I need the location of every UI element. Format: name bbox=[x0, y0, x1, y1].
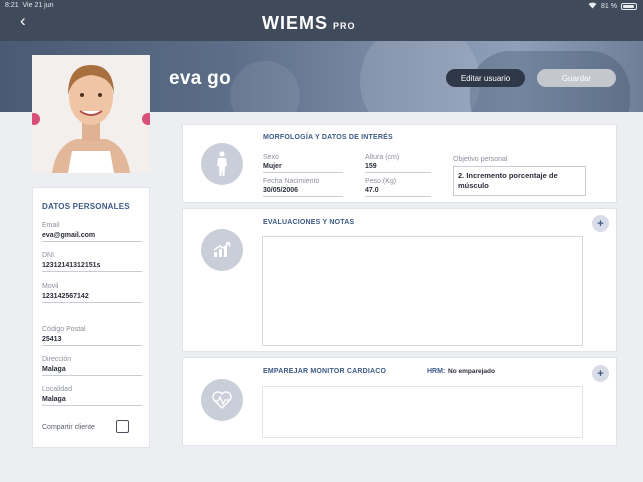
back-chevron-icon[interactable]: ‹ bbox=[20, 12, 26, 29]
hrm-label: HRM: bbox=[427, 368, 446, 375]
birthdate-field[interactable]: Fecha Nacimiento 30/05/2006 bbox=[263, 178, 343, 197]
notes-textarea[interactable] bbox=[262, 236, 583, 346]
personal-data-panel: DATOS PERSONALES Email eva@gmail.com DNI… bbox=[32, 187, 150, 448]
add-evaluation-button[interactable]: + bbox=[592, 215, 609, 232]
height-field[interactable]: Altura (cm) 159 bbox=[365, 154, 431, 173]
evaluations-card: EVALUACIONES Y NOTAS + bbox=[182, 208, 617, 352]
status-indicators: 81 % bbox=[588, 2, 637, 11]
dni-field[interactable]: DNI 12312141312151s bbox=[42, 252, 142, 272]
heart-monitor-title: EMPAREJAR MONITOR CARDIACO bbox=[263, 368, 387, 375]
morphology-title: MORFOLOGÍA Y DATOS DE INTERÉS bbox=[263, 134, 393, 141]
top-bar: 8:21 Vie 21 jun 81 % ‹ WIEMS PRO bbox=[0, 0, 643, 41]
battery-icon bbox=[621, 3, 637, 10]
heart-rate-icon bbox=[201, 379, 243, 421]
user-name: eva go bbox=[169, 68, 231, 89]
add-monitor-button[interactable]: + bbox=[592, 365, 609, 382]
edit-user-button[interactable]: Editar usuario bbox=[446, 69, 525, 87]
hrm-status: No emparejado bbox=[448, 368, 495, 375]
evaluations-title: EVALUACIONES Y NOTAS bbox=[263, 219, 355, 226]
body-icon bbox=[201, 143, 243, 185]
address-field[interactable]: Dirección Malaga bbox=[42, 356, 142, 376]
battery-percent: 81 % bbox=[601, 3, 617, 10]
monitor-list-area bbox=[262, 386, 583, 438]
personal-data-title: DATOS PERSONALES bbox=[42, 202, 130, 211]
morphology-card: MORFOLOGÍA Y DATOS DE INTERÉS Sexo Mujer… bbox=[182, 124, 617, 203]
profile-photo[interactable] bbox=[32, 55, 150, 173]
movil-field[interactable]: Movil 123142567142 bbox=[42, 283, 142, 303]
chart-growth-icon bbox=[201, 229, 243, 271]
postal-code-field[interactable]: Código Postal 25413 bbox=[42, 326, 142, 346]
objective-select[interactable]: 2. Incremento porcentaje de músculo bbox=[453, 166, 586, 196]
save-button[interactable]: Guardar bbox=[537, 69, 616, 87]
weight-field[interactable]: Peso (Kg) 47.0 bbox=[365, 178, 431, 197]
objective-label: Objetivo personal bbox=[453, 156, 508, 163]
share-client-checkbox[interactable] bbox=[116, 420, 129, 433]
locality-field[interactable]: Localidad Malaga bbox=[42, 386, 142, 406]
wifi-icon bbox=[588, 2, 597, 11]
email-field[interactable]: Email eva@gmail.com bbox=[42, 222, 142, 242]
app-logo: WIEMS PRO bbox=[262, 13, 356, 33]
sex-field[interactable]: Sexo Mujer bbox=[263, 154, 343, 173]
status-time: 8:21 Vie 21 jun bbox=[5, 2, 54, 9]
heart-monitor-card: EMPAREJAR MONITOR CARDIACO HRM: No empar… bbox=[182, 357, 617, 446]
share-client-label: Compartir cliente bbox=[42, 424, 95, 431]
